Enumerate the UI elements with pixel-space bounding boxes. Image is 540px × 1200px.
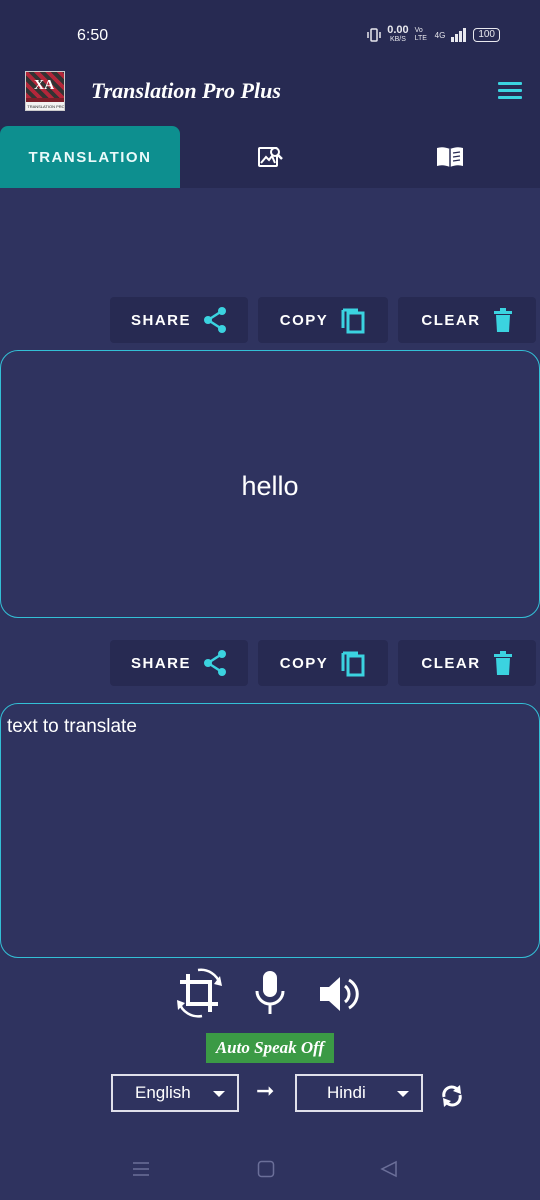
- network-label: 4G: [434, 30, 446, 40]
- dropdown-caret-icon: [213, 1091, 225, 1097]
- output-copy-label: COPY: [279, 311, 329, 329]
- back-icon[interactable]: [380, 1160, 398, 1178]
- output-clear-label: CLEAR: [421, 311, 481, 329]
- app-bar: XA TRANSLATION PRO Translation Pro Plus: [0, 62, 540, 126]
- tab-translation[interactable]: TRANSLATION: [0, 126, 180, 188]
- vibrate-icon: [367, 28, 381, 42]
- status-bar: 6:50 0.00 KB/S Vo LTE 4G 100: [0, 0, 540, 62]
- input-share-button[interactable]: SHARE: [110, 640, 248, 686]
- system-nav-bar: [0, 1142, 540, 1200]
- input-share-label: SHARE: [130, 654, 191, 672]
- signal-icon: [451, 28, 467, 42]
- microphone-icon[interactable]: [254, 970, 286, 1016]
- status-icons: 0.00 KB/S Vo LTE 4G 100: [367, 24, 500, 44]
- input-copy-button[interactable]: COPY: [258, 640, 388, 686]
- output-text: hello: [241, 471, 299, 501]
- crop-rotate-icon[interactable]: [174, 966, 226, 1020]
- input-clear-label: CLEAR: [421, 654, 481, 672]
- share-icon: [204, 307, 226, 333]
- app-title: Translation Pro Plus: [91, 78, 281, 103]
- recent-apps-icon[interactable]: [132, 1160, 150, 1178]
- hamburger-menu-icon[interactable]: [498, 82, 522, 100]
- trash-icon: [493, 308, 512, 332]
- input-clear-button[interactable]: CLEAR: [398, 640, 536, 686]
- tab-dictionary[interactable]: [360, 126, 540, 188]
- output-copy-button[interactable]: COPY: [258, 297, 388, 343]
- input-actions: SHARE COPY CLEAR: [110, 640, 536, 686]
- source-language-select[interactable]: English: [111, 1074, 239, 1112]
- net-speed: 0.00 KB/S: [387, 24, 409, 44]
- copy-icon: [341, 651, 365, 677]
- status-time: 6:50: [77, 27, 109, 44]
- arrow-right-icon: ➞: [256, 1078, 275, 1103]
- output-actions: SHARE COPY CLEAR: [110, 297, 536, 343]
- swap-languages-icon[interactable]: [440, 1083, 464, 1109]
- home-icon[interactable]: [257, 1160, 275, 1178]
- tab-bar: TRANSLATION: [0, 126, 540, 188]
- translate-input[interactable]: text to translate: [0, 703, 540, 958]
- speaker-icon[interactable]: [318, 974, 362, 1014]
- target-language-select[interactable]: Hindi: [295, 1074, 423, 1112]
- target-language-label: Hindi: [327, 1083, 366, 1102]
- book-icon: [437, 147, 463, 167]
- dropdown-caret-icon: [397, 1091, 409, 1097]
- tab-translation-label: TRANSLATION: [28, 148, 152, 166]
- source-language-label: English: [135, 1083, 191, 1102]
- output-share-button[interactable]: SHARE: [110, 297, 248, 343]
- image-search-icon: [258, 147, 283, 167]
- copy-icon: [341, 308, 365, 334]
- output-clear-button[interactable]: CLEAR: [398, 297, 536, 343]
- battery-icon: 100: [473, 28, 500, 42]
- app-logo: XA TRANSLATION PRO: [25, 71, 65, 111]
- tab-image-search[interactable]: [180, 126, 360, 188]
- trash-icon: [493, 651, 512, 675]
- tools-row: [170, 966, 370, 1022]
- auto-speak-toggle[interactable]: Auto Speak Off: [206, 1033, 334, 1063]
- output-share-label: SHARE: [130, 311, 191, 329]
- share-icon: [204, 650, 226, 676]
- volte-label: Vo LTE: [414, 27, 427, 42]
- input-copy-label: COPY: [279, 654, 329, 672]
- output-panel[interactable]: hello: [0, 350, 540, 618]
- input-placeholder: text to translate: [7, 716, 137, 737]
